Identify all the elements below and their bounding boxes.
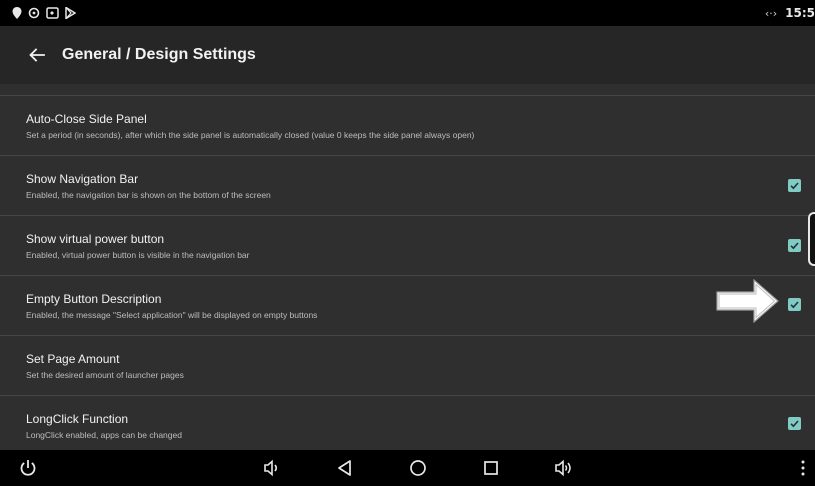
volume-up-icon[interactable] (554, 458, 574, 478)
setting-set-page-amount[interactable]: Set Page Amount Set the desired amount o… (0, 336, 815, 396)
empty-button-description-checkbox[interactable] (788, 298, 801, 311)
show-virtual-power-button-checkbox[interactable] (788, 239, 801, 252)
list-item-partial (0, 84, 815, 96)
recents-icon[interactable] (481, 458, 501, 478)
check-icon (790, 242, 799, 250)
more-vert-icon[interactable] (797, 458, 809, 478)
setting-title: Show Navigation Bar (26, 172, 139, 186)
status-clock: 15:5 (785, 6, 815, 20)
setting-show-navigation-bar[interactable]: Show Navigation Bar Enabled, the navigat… (0, 156, 815, 216)
show-navigation-bar-checkbox[interactable] (788, 179, 801, 192)
setting-auto-close-side-panel[interactable]: Auto-Close Side Panel Set a period (in s… (0, 96, 815, 156)
settings-list[interactable]: Auto-Close Side Panel Set a period (in s… (0, 84, 815, 450)
volume-down-icon[interactable] (262, 458, 282, 478)
location-icon (12, 7, 22, 19)
setting-title: Show virtual power button (26, 232, 165, 246)
screencast-icon (46, 7, 59, 19)
power-icon[interactable] (18, 458, 38, 478)
setting-summary: LongClick enabled, apps can be changed (26, 430, 182, 440)
sync-icon (28, 7, 40, 19)
check-icon (790, 182, 799, 190)
status-icons (12, 0, 76, 26)
setting-longclick-function[interactable]: LongClick Function LongClick enabled, ap… (0, 396, 815, 450)
arrow-left-icon[interactable] (28, 46, 46, 64)
setting-summary: Enabled, the message "Select application… (26, 310, 318, 320)
play-store-icon (65, 7, 76, 19)
navigation-bar (0, 450, 815, 486)
check-icon (790, 420, 799, 428)
arrow-pointer-icon (716, 279, 779, 323)
setting-title: Empty Button Description (26, 292, 162, 306)
side-panel-handle[interactable] (808, 212, 815, 266)
page-title: General / Design Settings (62, 46, 256, 63)
setting-title: Set Page Amount (26, 352, 120, 366)
setting-summary: Set a period (in seconds), after which t… (26, 130, 475, 140)
check-icon (790, 301, 799, 309)
setting-summary: Enabled, virtual power button is visible… (26, 250, 250, 260)
network-indicator: ‹·› (764, 6, 778, 20)
status-bar: ‹·› 15:5 (0, 0, 815, 26)
back-icon[interactable] (335, 458, 355, 478)
setting-summary: Enabled, the navigation bar is shown on … (26, 190, 271, 200)
setting-summary: Set the desired amount of launcher pages (26, 370, 184, 380)
setting-title: LongClick Function (26, 412, 129, 426)
longclick-function-checkbox[interactable] (788, 417, 801, 430)
setting-empty-button-description[interactable]: Empty Button Description Enabled, the me… (0, 276, 815, 336)
setting-show-virtual-power-button[interactable]: Show virtual power button Enabled, virtu… (0, 216, 815, 276)
home-icon[interactable] (408, 458, 428, 478)
setting-title: Auto-Close Side Panel (26, 112, 147, 126)
app-bar: General / Design Settings (0, 26, 815, 84)
